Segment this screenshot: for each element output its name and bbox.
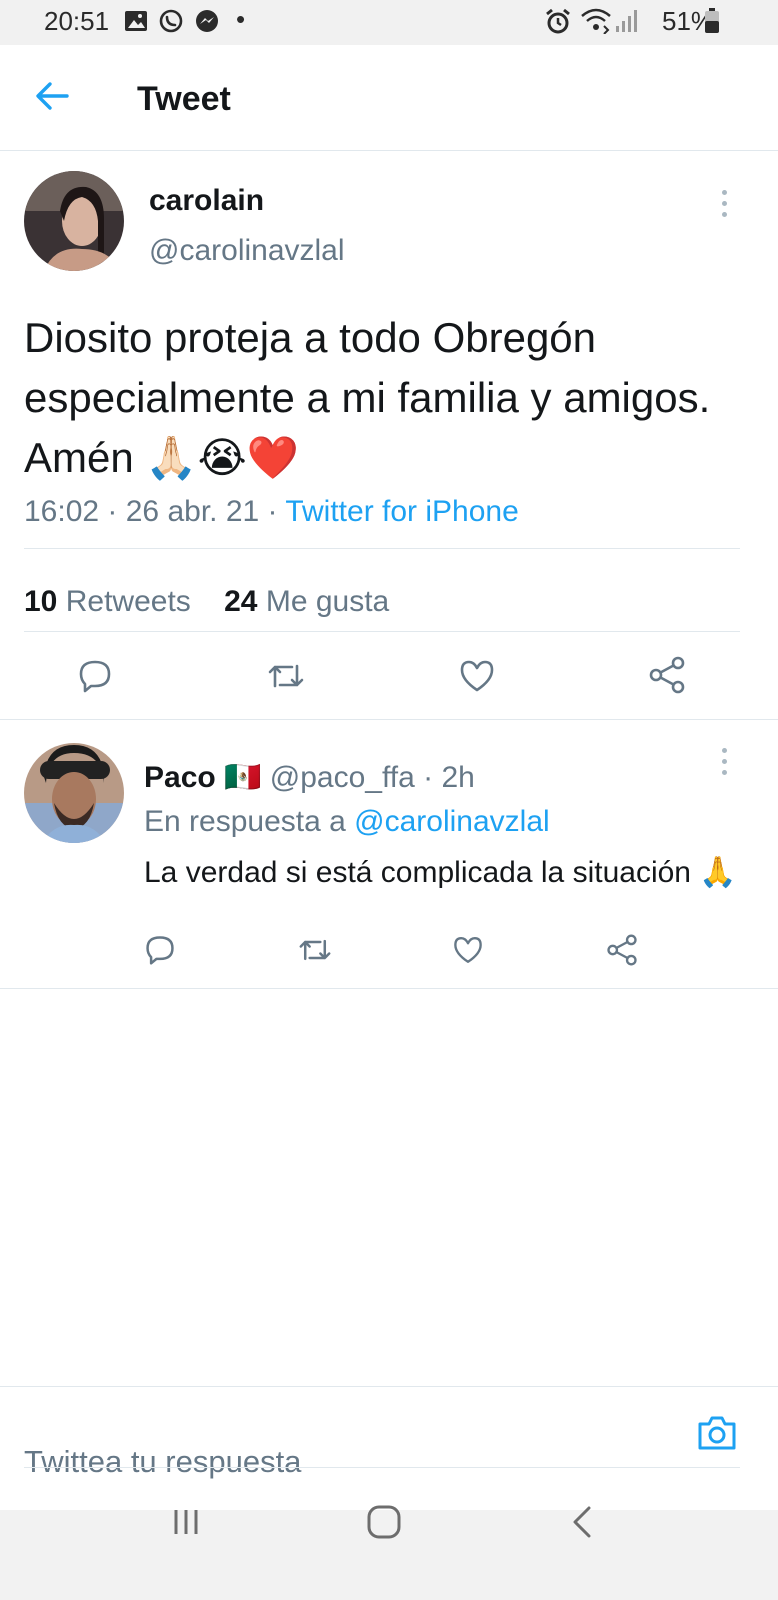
gallery-notification-icon — [125, 11, 147, 31]
page-title: Tweet — [137, 80, 231, 118]
like-icon[interactable] — [458, 658, 496, 694]
reply-reply-icon[interactable] — [144, 934, 176, 966]
back-arrow-icon[interactable] — [34, 80, 70, 112]
retweets-stat[interactable]: 10 Retweets — [24, 585, 191, 618]
tweet-meta: 16:02 · 26 abr. 21 · Twitter for iPhone — [24, 495, 519, 529]
alarm-icon — [546, 8, 570, 34]
reply-icon[interactable] — [77, 658, 113, 694]
divider — [24, 631, 740, 632]
in-reply-prefix: En respuesta a — [144, 805, 346, 838]
more-icon[interactable] — [722, 190, 727, 223]
messenger-notification-icon — [196, 10, 218, 32]
retweet-icon[interactable] — [266, 658, 306, 694]
status-bar: 20:51 • 51% — [0, 0, 778, 45]
battery-icon — [705, 8, 719, 33]
share-icon[interactable] — [648, 656, 686, 694]
wifi-icon — [581, 8, 611, 34]
reply-display-name[interactable]: Paco — [144, 761, 216, 794]
tweet-source-link[interactable]: Twitter for iPhone — [285, 495, 518, 528]
reply-like-icon[interactable] — [452, 934, 484, 966]
likes-count: 24 — [224, 585, 258, 618]
author-handle[interactable]: @carolinavzlal — [149, 234, 345, 268]
flag-emoji: 🇲🇽 — [224, 761, 262, 794]
more-notifications-icon: • — [236, 4, 246, 34]
divider — [24, 1467, 740, 1468]
camera-icon[interactable] — [696, 1414, 738, 1452]
retweets-label: Retweets — [65, 585, 191, 618]
meta-separator: · — [267, 495, 286, 528]
in-reply-handle[interactable]: @carolinavzlal — [354, 805, 550, 838]
reply-share-icon[interactable] — [606, 934, 638, 966]
likes-stat[interactable]: 24 Me gusta — [224, 585, 389, 618]
in-reply-to: En respuesta a @carolinavzlal — [144, 805, 550, 839]
reply-more-icon[interactable] — [722, 748, 727, 781]
meta-separator: · — [107, 495, 126, 528]
compose-reply-input[interactable]: Twittea tu respuesta — [24, 1444, 301, 1480]
reply-retweet-icon[interactable] — [297, 934, 333, 966]
reply-header: Paco 🇲🇽 @paco_ffa · 2h — [144, 760, 475, 795]
tweet-stats: 10 Retweets 24 Me gusta — [24, 585, 389, 619]
status-time: 20:51 — [44, 6, 110, 36]
signal-icon — [616, 10, 637, 32]
recent-apps-icon[interactable] — [170, 1507, 202, 1537]
tweet-time: 16:02 — [24, 495, 100, 528]
reply-age: 2h — [441, 761, 475, 794]
tweet-text: Diosito proteja a todo Obregón especialm… — [24, 314, 711, 481]
meta-separator: · — [423, 761, 434, 794]
reply-author-avatar[interactable] — [24, 743, 124, 843]
back-nav-icon[interactable] — [570, 1505, 594, 1539]
app-header — [0, 45, 778, 151]
divider — [0, 719, 778, 720]
author-display-name[interactable]: carolain — [149, 184, 264, 218]
author-avatar[interactable] — [24, 171, 124, 271]
reply-text: La verdad si está complicada la situació… — [144, 856, 737, 889]
home-icon[interactable] — [366, 1504, 402, 1540]
reply-handle[interactable]: @paco_ffa — [270, 761, 415, 794]
divider — [24, 548, 740, 549]
divider — [0, 988, 778, 989]
likes-label: Me gusta — [265, 585, 390, 618]
tweet-date: 26 abr. 21 — [125, 495, 260, 528]
retweets-count: 10 — [24, 585, 58, 618]
whatsapp-notification-icon — [159, 9, 183, 33]
